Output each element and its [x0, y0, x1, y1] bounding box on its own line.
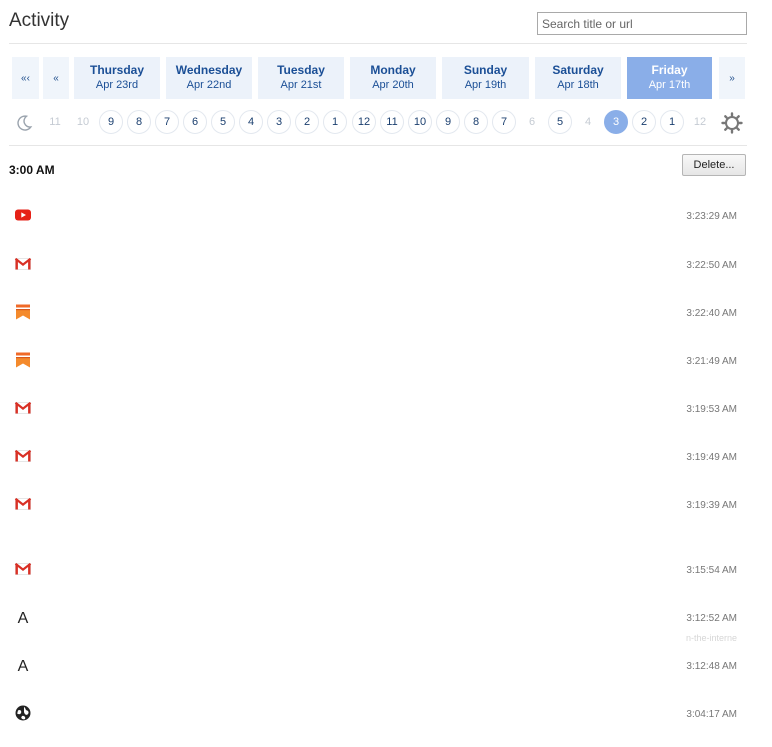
hour-selector: 11 10 9 8 7 6 5 4 3 2 1 12 11 10 9 8 7 6 5 4 3 2 1 12 [0, 110, 772, 136]
hour-button[interactable]: 7 [155, 110, 179, 134]
hours-divider [9, 145, 747, 146]
entry-time: 3:19:53 AM [686, 404, 737, 415]
truncated-url-text: n-the-interne [686, 633, 738, 643]
entry-time: 3:21:49 AM [686, 356, 737, 367]
globe-icon [14, 704, 32, 722]
hour-button[interactable]: 2 [295, 110, 319, 134]
gmail-icon [14, 255, 32, 273]
hour-button: 10 [71, 110, 95, 134]
entry-time: 3:22:40 AM [686, 308, 737, 319]
time-group-label: 3:00 AM [9, 163, 55, 177]
hour-button[interactable]: 6 [183, 110, 207, 134]
activity-entry[interactable]: 3:22:40 AM [0, 301, 772, 325]
gmail-icon [14, 495, 32, 513]
hour-button[interactable]: 8 [127, 110, 151, 134]
activity-entry[interactable]: 3:23:29 AM [0, 204, 772, 228]
hour-button[interactable]: 1 [660, 110, 684, 134]
delete-button[interactable]: Delete... [682, 154, 746, 176]
day-date: Apr 23rd [95, 79, 139, 91]
entry-time: 3:23:29 AM [686, 211, 737, 222]
activity-entry[interactable]: 3:04:17 AM [0, 702, 772, 726]
bookmark-icon [14, 303, 32, 321]
day-date: Apr 21st [280, 79, 322, 91]
hour-button: 11 [43, 110, 67, 134]
svg-text:A: A [18, 610, 29, 626]
first-page-button[interactable]: «‹ [12, 57, 39, 99]
gmail-icon [14, 447, 32, 465]
day-date: Apr 18th [557, 79, 599, 91]
gear-icon[interactable] [721, 112, 743, 134]
activity-entry[interactable]: 3:22:50 AM [0, 253, 772, 277]
day-name: Sunday [463, 63, 508, 77]
entry-time: 3:19:49 AM [686, 452, 737, 463]
hour-button[interactable]: 5 [211, 110, 235, 134]
hour-button[interactable]: 7 [492, 110, 516, 134]
svg-text:A: A [18, 658, 29, 674]
entry-time: 3:12:48 AM [686, 661, 737, 672]
hour-button[interactable]: 9 [436, 110, 460, 134]
hour-button[interactable]: 9 [99, 110, 123, 134]
activity-entry[interactable]: 3:19:49 AM [0, 445, 772, 469]
day-name: Wednesday [175, 63, 243, 77]
hour-button[interactable]: 3 [267, 110, 291, 134]
day-tab-tuesday[interactable]: Tuesday Apr 21st [258, 57, 344, 99]
hour-button[interactable]: 8 [464, 110, 488, 134]
day-name: Thursday [89, 63, 144, 77]
day-date: Apr 20th [372, 79, 414, 91]
header-divider [9, 43, 747, 44]
youtube-icon [14, 206, 32, 224]
hour-button-selected[interactable]: 3 [604, 110, 628, 134]
day-date: Apr 22nd [186, 79, 232, 91]
hour-button[interactable]: 1 [323, 110, 347, 134]
day-tab-thursday[interactable]: Thursday Apr 23rd [74, 57, 160, 99]
next-page-button[interactable]: » [719, 57, 745, 99]
activity-entry[interactable]: 3:21:49 AM [0, 349, 772, 373]
hour-button: 4 [576, 110, 600, 134]
entry-time: 3:04:17 AM [686, 709, 737, 720]
activity-entry[interactable]: A 3:12:48 AM [0, 654, 772, 678]
day-name: Tuesday [277, 63, 325, 77]
activity-entry[interactable]: 3:19:39 AM [0, 493, 772, 517]
hour-button: 6 [520, 110, 544, 134]
hour-button[interactable]: 11 [380, 110, 404, 134]
bookmark-icon [14, 351, 32, 369]
page-title: Activity [9, 10, 70, 31]
day-date: Apr 17th [648, 79, 691, 91]
entry-time: 3:15:54 AM [686, 565, 737, 576]
hour-button[interactable]: 12 [352, 110, 376, 134]
day-tab-wednesday[interactable]: Wednesday Apr 22nd [166, 57, 252, 99]
activity-entry[interactable]: 3:15:54 AM [0, 558, 772, 582]
day-name: Saturday [552, 63, 604, 77]
day-tab-friday[interactable]: Friday Apr 17th [627, 57, 712, 99]
entry-time: 3:19:39 AM [686, 500, 737, 511]
hour-button: 12 [688, 110, 712, 134]
entry-time: 3:12:52 AM [686, 613, 737, 624]
activity-entry[interactable]: A 3:12:52 AM [0, 606, 772, 630]
gmail-icon [14, 560, 32, 578]
prev-page-button[interactable]: « [43, 57, 69, 99]
letter-a-icon: A [14, 656, 32, 675]
day-name: Monday [370, 63, 416, 77]
day-date: Apr 19th [464, 79, 507, 91]
search-input[interactable] [537, 12, 747, 35]
hour-button[interactable]: 5 [548, 110, 572, 134]
activity-entry[interactable]: 3:19:53 AM [0, 397, 772, 421]
letter-a-icon: A [14, 608, 32, 627]
day-tab-monday[interactable]: Monday Apr 20th [350, 57, 436, 99]
day-tab-saturday[interactable]: Saturday Apr 18th [535, 57, 621, 99]
day-name: Friday [651, 63, 688, 77]
day-tab-sunday[interactable]: Sunday Apr 19th [442, 57, 529, 99]
gmail-icon [14, 399, 32, 417]
hour-button[interactable]: 10 [408, 110, 432, 134]
hour-button[interactable]: 4 [239, 110, 263, 134]
entry-time: 3:22:50 AM [686, 260, 737, 271]
hour-button[interactable]: 2 [632, 110, 656, 134]
